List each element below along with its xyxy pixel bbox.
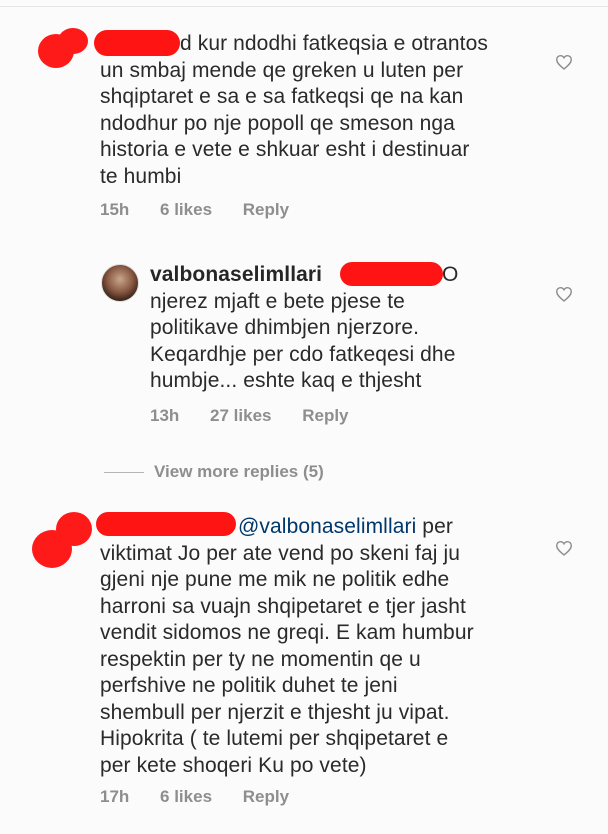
username[interactable]: valbonaselimllari <box>150 263 322 286</box>
comment-line: gjeni nje pune me mik ne politik edhe <box>100 568 450 591</box>
comment-line: vendit sidomos ne greqi. E kam humbur <box>100 621 474 644</box>
divider <box>0 6 608 7</box>
comment-line: politikave dhimbjen njerzore. <box>150 316 420 339</box>
comment-meta: 15h 6 likes Reply <box>100 200 315 220</box>
comment-line: harroni sa vuajn shqipetaret e tjer jash… <box>100 594 466 618</box>
redacted-avatar-part <box>56 512 92 546</box>
likes-count[interactable]: 27 likes <box>210 406 271 425</box>
timestamp: 13h <box>150 406 180 425</box>
divider <box>104 471 144 473</box>
comment-line: te humbi <box>100 164 182 188</box>
comment-line: shqiptaret e sa e sa fatkeqsi qe na kan <box>100 85 464 108</box>
comment-line: per kete shoqeri Ku po vete) <box>100 753 367 777</box>
view-more-label: View more replies (5) <box>154 462 324 481</box>
reply-button[interactable]: Reply <box>243 200 289 219</box>
comment-line: viktimat Jo per ate vend po skeni faj ju <box>100 541 461 565</box>
redacted-avatar-part <box>58 28 88 54</box>
reply-button[interactable]: Reply <box>302 406 348 425</box>
reply-button[interactable]: Reply <box>243 787 289 806</box>
likes-count[interactable]: 6 likes <box>160 787 212 806</box>
comment-line: Keqardhje per cdo fatkeqesi dhe <box>150 342 456 366</box>
comment-line: shembull per njerzit e thjesht ju vipat. <box>100 700 450 724</box>
likes-count[interactable]: 6 likes <box>160 200 212 219</box>
comment-text: @valbonaselimllari per viktimat Jo per a… <box>100 514 474 779</box>
comment-line: respektin per ty ne momentin qe u <box>100 647 421 671</box>
comment-text: d kur ndodhi fatkeqsia e otrantos un smb… <box>100 31 488 190</box>
heart-icon[interactable] <box>555 540 573 556</box>
comment-line: ndodhur po nje popoll qe smeson nga <box>100 111 455 135</box>
comment-text-fragment: O <box>442 263 459 286</box>
comment-line: historia e vete e shkuar esht i destinua… <box>100 138 470 161</box>
comment-line: njerez mjaft e bete pjese te <box>150 289 405 313</box>
heart-icon[interactable] <box>555 286 573 302</box>
timestamp: 17h <box>100 787 130 806</box>
comment-text-fragment: per <box>416 515 453 538</box>
comment-line: Hipokrita ( te lutemi per shqipetaret e <box>100 727 449 750</box>
comment-line: perfshive ne politik duhet te jeni <box>100 674 398 697</box>
view-more-replies-button[interactable]: View more replies (5) <box>104 462 324 482</box>
avatar[interactable] <box>101 264 139 302</box>
reply-text: valbonaselimllari O njerez mjaft e bete … <box>150 262 458 395</box>
comment-meta: 17h 6 likes Reply <box>100 787 315 807</box>
comment-meta: 13h 27 likes Reply <box>150 406 375 426</box>
comment-line: un smbaj mende qe greken u luten per <box>100 58 464 82</box>
heart-icon[interactable] <box>555 54 573 70</box>
comment-line: humbje... eshte kaq e thjesht <box>150 369 422 392</box>
comment-line: d kur ndodhi fatkeqsia e otrantos <box>180 32 488 55</box>
mention-link[interactable]: @valbonaselimllari <box>238 515 416 538</box>
timestamp: 15h <box>100 200 130 219</box>
